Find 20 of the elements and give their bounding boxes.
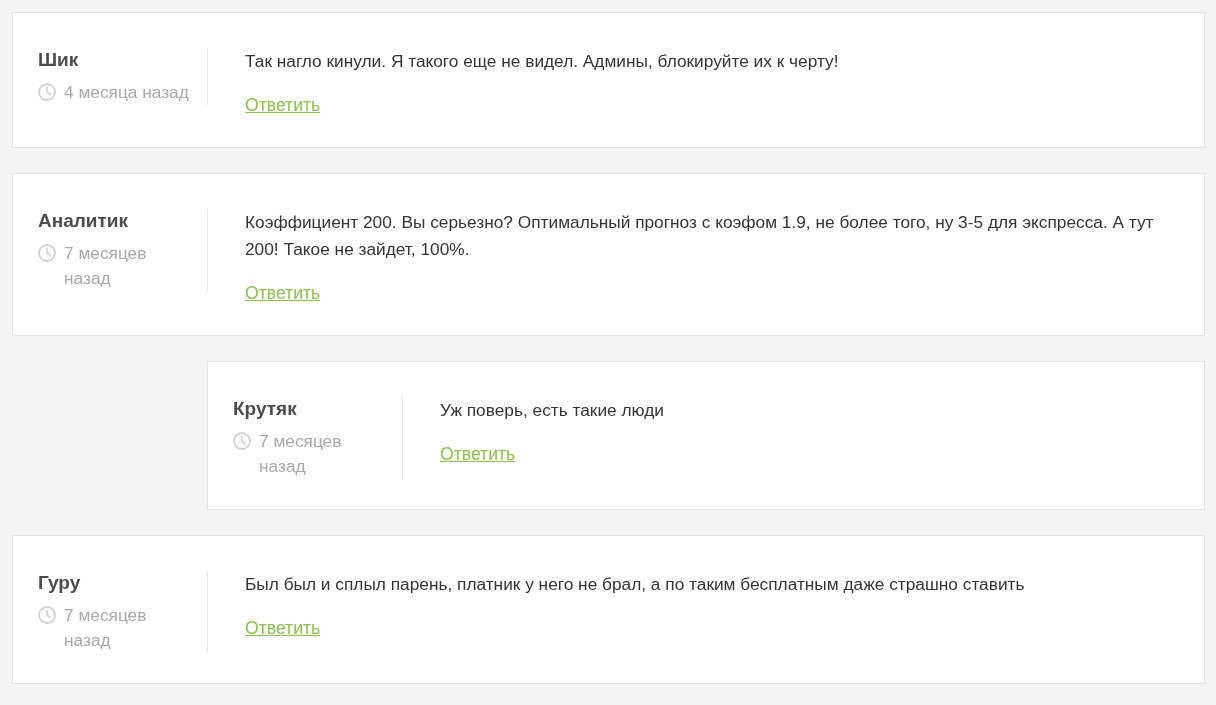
reply-link[interactable]: Ответить — [440, 442, 516, 466]
clock-icon — [38, 606, 56, 624]
comment-text: Был был и сплыл парень, платник у него не брал, а по таким бесплатным даже страшно ставить — [245, 573, 1025, 596]
comment-time: 7 месяцев назад — [64, 604, 148, 652]
comment-text: Уж поверь, есть такие люди — [440, 399, 664, 422]
reply-link[interactable]: Ответить — [245, 281, 321, 305]
reply-link[interactable]: Ответить — [245, 616, 321, 640]
clock-icon — [233, 432, 251, 450]
author-name: Шик — [38, 48, 80, 72]
comment-text: Коэффициент 200. Вы серьезно? Оптимальный прогноз с коэфом 1.9, не более того, ну 3-5 для экспресса. А тут 200! Такое не зайдет, 100%. — [245, 211, 1155, 261]
author-name: Аналитик — [38, 209, 129, 233]
comment-time: 7 месяцев назад — [64, 242, 148, 290]
clock-icon — [38, 83, 56, 101]
comment-time: 7 месяцев назад — [259, 430, 343, 478]
comment-time: 4 месяца назад — [64, 81, 190, 104]
comment-text: Так нагло кинули. Я такого еще не видел. Админы, блокируйте их к черту! — [245, 50, 839, 73]
clock-icon — [38, 244, 56, 262]
author-name: Крутяк — [233, 397, 298, 421]
reply-link[interactable]: Ответить — [245, 93, 321, 117]
author-name: Гуру — [38, 571, 82, 595]
